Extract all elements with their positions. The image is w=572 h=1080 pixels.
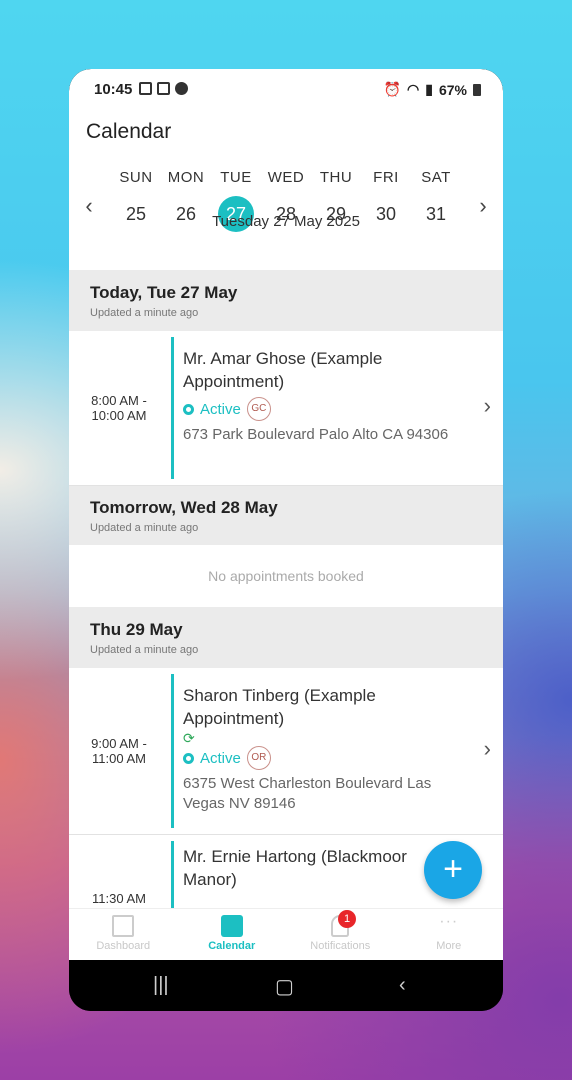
tab-calendar[interactable]: Calendar (178, 909, 287, 960)
appointment-body: Mr. Amar Ghose (Example Appointment) Act… (183, 347, 463, 445)
status-bar: 10:45 ⏰ ◠ ▮ 67% (69, 69, 503, 111)
tab-more[interactable]: ··· More (395, 909, 504, 960)
initials-badge: OR (246, 746, 271, 770)
section-header-thu: Thu 29 May Updated a minute ago (69, 607, 503, 668)
screenshot-icon (139, 82, 152, 95)
refresh-icon: ⟳ (183, 730, 195, 746)
back-icon[interactable]: ‹ (399, 974, 406, 997)
status-time: 10:45 (94, 81, 133, 98)
appointment-list[interactable]: Today, Tue 27 May Updated a minute ago 8… (69, 270, 503, 915)
tab-dashboard[interactable]: Dashboard (69, 909, 178, 960)
day-name: TUE (220, 169, 252, 186)
notification-count-badge: 1 (338, 910, 356, 928)
recent-apps-icon[interactable]: ||| (153, 974, 169, 997)
phone-frame: 10:45 ⏰ ◠ ▮ 67% Calendar ‹ SUN 25 MON 26… (69, 69, 503, 1011)
day-name: MON (167, 169, 205, 186)
more-icon: ··· (439, 913, 459, 930)
client-name: Mr. Ernie Hartong (Blackmoor Manor) (183, 847, 407, 889)
tab-label: Notifications (310, 940, 371, 952)
tab-label: Calendar (208, 940, 256, 952)
time-start: 9:00 AM - (91, 736, 147, 751)
appointment-accent-bar (171, 337, 174, 479)
day-name: THU (319, 169, 353, 186)
appointment-address: 6375 West Charleston Boulevard Las Vegas… (183, 775, 432, 812)
status-icons-right: ⏰ ◠ ▮ 67% (384, 81, 481, 98)
appointment-accent-bar (171, 841, 174, 909)
appointment-body: Mr. Ernie Hartong (Blackmoor Manor) (183, 845, 463, 891)
empty-state: No appointments booked (69, 545, 503, 607)
updated-text: Updated a minute ago (90, 522, 199, 534)
section-title: Tomorrow, Wed 28 May (90, 498, 278, 517)
status-row: Active OR (183, 746, 463, 770)
status-label: Active (200, 400, 241, 418)
dnd-icon (175, 82, 188, 95)
day-name: FRI (373, 169, 399, 186)
section-header-today: Today, Tue 27 May Updated a minute ago (69, 270, 503, 331)
day-name: SAT (421, 169, 451, 186)
section-title: Today, Tue 27 May (90, 283, 238, 302)
status-dot-icon (183, 403, 194, 415)
signal-icon: ▮ (425, 81, 433, 97)
alarm-icon: ⏰ (383, 81, 402, 97)
chevron-right-icon[interactable]: › (484, 736, 491, 762)
updated-text: Updated a minute ago (90, 644, 199, 656)
battery-percent: 67% (438, 81, 467, 98)
appointment-accent-bar (171, 674, 174, 828)
appointment-body: Sharon Tinberg (Example Appointment) ⟳ A… (183, 684, 463, 814)
updated-text: Updated a minute ago (90, 307, 199, 319)
calendar-icon (220, 915, 243, 937)
appointment-card[interactable]: 8:00 AM - 10:00 AM Mr. Amar Ghose (Examp… (69, 331, 503, 486)
dashboard-icon (112, 915, 135, 937)
add-appointment-button[interactable]: + (424, 841, 482, 899)
status-row: Active GC (183, 397, 463, 421)
client-name: Sharon Tinberg (Example Appointment) (183, 686, 376, 728)
gallery-icon (157, 82, 170, 95)
tab-label: Dashboard (96, 940, 151, 952)
status-icons-left (139, 82, 188, 95)
system-nav-bar: ||| ▢ ‹ (69, 960, 503, 1011)
day-name: WED (267, 169, 305, 186)
bottom-tab-bar: Dashboard Calendar 1 Notifications ··· M… (69, 908, 503, 960)
appointment-time: 8:00 AM - 10:00 AM (69, 393, 169, 423)
appointment-card[interactable]: 9:00 AM - 11:00 AM Sharon Tinberg (Examp… (69, 668, 503, 835)
section-header-tomorrow: Tomorrow, Wed 28 May Updated a minute ag… (69, 486, 503, 545)
wifi-icon: ◠ (407, 81, 420, 97)
tab-notifications[interactable]: 1 Notifications (286, 909, 395, 960)
time-end: 10:00 AM (91, 408, 147, 423)
appointment-address: 673 Park Boulevard Palo Alto CA 94306 (183, 426, 449, 443)
appointment-time: 11:30 AM (69, 891, 169, 906)
selected-date-label: Tuesday 27 May 2025 (212, 213, 360, 230)
day-name: SUN (119, 169, 153, 186)
status-label: Active (200, 749, 241, 767)
tab-label: More (436, 940, 462, 952)
section-title: Thu 29 May (90, 620, 183, 639)
chevron-right-icon[interactable]: › (484, 393, 491, 419)
initials-badge: GC (246, 397, 271, 421)
time-start: 11:30 AM (92, 891, 146, 906)
time-start: 8:00 AM - (91, 393, 147, 408)
home-icon[interactable]: ▢ (275, 974, 294, 999)
time-end: 11:00 AM (92, 751, 146, 766)
app-screen: 10:45 ⏰ ◠ ▮ 67% Calendar ‹ SUN 25 MON 26… (69, 69, 503, 960)
status-dot-icon (183, 752, 194, 764)
client-name: Mr. Amar Ghose (Example Appointment) (183, 349, 383, 391)
page-title: Calendar (86, 120, 172, 143)
battery-icon (473, 83, 481, 96)
appointment-time: 9:00 AM - 11:00 AM (69, 736, 169, 766)
